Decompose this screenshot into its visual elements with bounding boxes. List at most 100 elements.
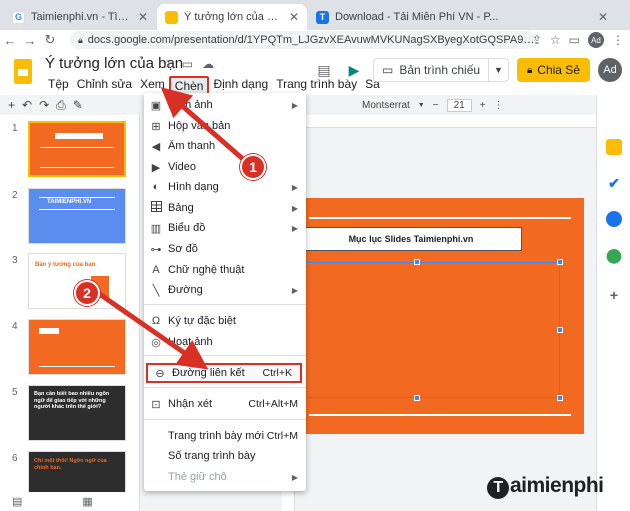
more-options-icon[interactable]: ⋮	[494, 100, 504, 111]
close-tab-icon[interactable]: ✕	[138, 10, 148, 24]
contacts-icon[interactable]	[606, 211, 622, 227]
menu-item-item-14[interactable]: Trang trình bày mới Ctrl+M	[144, 426, 306, 446]
menu-item-label: Ký tự đặc biệt	[168, 315, 236, 327]
menu-item-image[interactable]: ▣ Hình ảnh ▶	[144, 95, 306, 115]
font-family-select[interactable]: Montserrat	[362, 100, 410, 111]
new-slide-icon[interactable]: +	[8, 98, 15, 112]
cloud-status-icon[interactable]: ☁	[202, 57, 214, 71]
resize-handle[interactable]	[557, 395, 563, 401]
menu-separator	[144, 387, 306, 388]
paint-format-icon[interactable]: ✎	[73, 98, 83, 112]
slide-thumbnail-3[interactable]: 3 Bản ý tưởng của bạn	[0, 253, 139, 313]
menu-item-special-chars[interactable]: Ω Ký tự đặc biệt	[144, 311, 306, 331]
resize-handle[interactable]	[414, 395, 420, 401]
menu-item-label: Số trang trình bày	[168, 450, 256, 462]
menu-file[interactable]: Tệp	[44, 76, 73, 97]
bookmark-star-icon[interactable]: ☆	[550, 33, 561, 47]
menu-item-animation[interactable]: ◎ Hoạt ảnh	[144, 332, 306, 352]
back-icon[interactable]: ←	[0, 33, 20, 48]
menu-item-wordart[interactable]: A Chữ nghệ thuật	[144, 260, 306, 280]
browser-tab-2[interactable]: Ý tưởng lớn của bạn - Google Tr... ✕	[157, 4, 307, 30]
submenu-arrow-icon: ▶	[291, 472, 298, 482]
add-addon-icon[interactable]: +	[606, 287, 622, 303]
share-button[interactable]: 🔒︎ Chia Sẻ	[516, 58, 590, 82]
maps-icon[interactable]: ⬤	[606, 247, 622, 263]
menu-item-video[interactable]: ▶ Video	[144, 157, 306, 177]
close-tab-icon[interactable]: ✕	[289, 10, 299, 24]
slide-thumbnail-6[interactable]: 6 Chỉ một thôi! Ngôn ngữ của chính bạn.	[0, 451, 139, 495]
menu-item-link[interactable]: ⊖ Đường liên kết Ctrl+K	[146, 363, 302, 383]
text-format-toolbar: Montserrat ▼ − 21 + ⋮	[362, 95, 504, 115]
undo-icon[interactable]: ↶	[22, 98, 32, 112]
reload-icon[interactable]: ↻	[40, 32, 60, 48]
browser-toolbar: ← → ↻ 🔒︎ docs.google.com/presentation/d/…	[0, 30, 630, 50]
menu-edit[interactable]: Chỉnh sửa	[73, 76, 136, 97]
slides-favicon-icon	[165, 10, 178, 24]
slide-thumbnail-2[interactable]: 2 TAIMIENPHI.VN	[0, 188, 139, 248]
move-folder-icon[interactable]: ▭	[182, 57, 193, 71]
menu-item-chart[interactable]: ▥ Biểu đồ ▶	[144, 218, 306, 238]
slide-title-box[interactable]: Mục lục Slides Taimienphi.vn	[300, 227, 522, 251]
menu-item-audio[interactable]: ◀ Âm thanh	[144, 136, 306, 156]
profile-avatar[interactable]: Ad	[588, 32, 604, 48]
menu-separator	[144, 355, 306, 356]
menu-item-comment[interactable]: ⊡ Nhận xét Ctrl+Alt+M	[144, 394, 306, 414]
slide-thumbnail-5[interactable]: 5 Bạn cần biết bao nhiêu ngôn ngữ để gia…	[0, 385, 139, 445]
address-bar[interactable]: 🔒︎ docs.google.com/presentation/d/1YPQTm…	[70, 31, 535, 49]
insert-menu: ▣ Hình ảnh ▶ ⊞ Hộp văn bản ◀ Âm thanh ▶ Video ◐ Hì…	[144, 93, 306, 491]
browser-tab-1[interactable]: G Taimienphi.vn - Tìm trên Google ✕	[4, 4, 156, 30]
font-size-input[interactable]: 21	[446, 98, 472, 112]
taimienphi-watermark: Taimienphi	[487, 474, 604, 499]
tasks-icon[interactable]: ✔	[606, 175, 622, 191]
tab-title: Download - Tải Miễn Phí VN - P...	[335, 11, 499, 23]
image-icon: ▣	[150, 99, 162, 112]
font-size-increase-icon[interactable]: +	[480, 100, 486, 111]
resize-handle[interactable]	[414, 259, 420, 265]
redo-icon[interactable]: ↷	[39, 98, 49, 112]
menu-item-line[interactable]: ╲ Đường ▶	[144, 280, 306, 300]
animation-icon: ◎	[151, 336, 161, 349]
star-icon[interactable]: ☆	[162, 57, 173, 71]
slide-thumbnail-1[interactable]: 1	[0, 121, 139, 181]
close-tab-icon[interactable]: ✕	[598, 10, 608, 24]
filmstrip-view-icon[interactable]: ▤	[12, 495, 22, 508]
browser-menu-icon[interactable]: ⋮	[612, 33, 624, 47]
font-size-decrease-icon[interactable]: −	[433, 100, 439, 111]
present-button[interactable]: ▭ Bản trình chiếu ▼	[372, 58, 509, 82]
menu-item-item-15[interactable]: Số trang trình bày	[144, 446, 306, 466]
print-icon[interactable]: ⎙	[56, 98, 66, 113]
chart-icon: ▥	[150, 222, 162, 235]
present-dropdown-icon[interactable]: ▼	[489, 65, 508, 75]
resize-handle[interactable]	[557, 259, 563, 265]
current-slide[interactable]: Mục lục Slides Taimienphi.vn	[272, 198, 584, 434]
menu-item-label: Đường	[168, 284, 203, 296]
grid-view-icon[interactable]: ▦	[82, 495, 92, 508]
share-label: Chia Sẻ	[537, 63, 580, 77]
share-page-icon[interactable]: ⇪	[532, 33, 542, 47]
lock-icon: 🔒︎	[526, 64, 533, 76]
video-icon: ▶	[151, 161, 161, 174]
menu-item-label: Biểu đồ	[168, 222, 206, 234]
lock-icon: 🔒︎	[78, 34, 83, 45]
extensions-icon[interactable]: ▭	[569, 33, 580, 47]
table-icon	[144, 201, 168, 215]
menu-separator	[144, 419, 306, 420]
google-slides-logo-icon[interactable]	[14, 59, 32, 84]
google-favicon-icon: G	[12, 10, 25, 24]
font-dropdown-icon[interactable]: ▼	[418, 102, 425, 109]
header-actions: ▤ ▶ ▭ Bản trình chiếu ▼ 🔒︎ Chia Sẻ Ad	[313, 58, 622, 82]
forward-icon[interactable]: →	[20, 33, 40, 48]
keep-icon[interactable]	[606, 139, 622, 155]
slide-thumbnail-4[interactable]: 4	[0, 319, 139, 379]
menu-item-shape[interactable]: ◐ Hình dạng ▶	[144, 177, 306, 197]
menu-item-textbox[interactable]: ⊞ Hộp văn bản	[144, 116, 306, 136]
menu-item-table[interactable]: Bảng ▶	[144, 198, 306, 218]
menu-item-diagram[interactable]: ⊶ Sơ đồ	[144, 239, 306, 259]
selected-text-box[interactable]	[272, 259, 563, 401]
resize-handle[interactable]	[557, 327, 563, 333]
meet-icon[interactable]: ▶	[343, 59, 365, 81]
user-avatar[interactable]: Ad	[598, 58, 622, 82]
comments-icon[interactable]: ▤	[313, 59, 335, 81]
present-label: Bản trình chiếu	[399, 63, 481, 77]
browser-tab-3[interactable]: T Download - Tải Miễn Phí VN - P... ✕	[308, 4, 616, 30]
